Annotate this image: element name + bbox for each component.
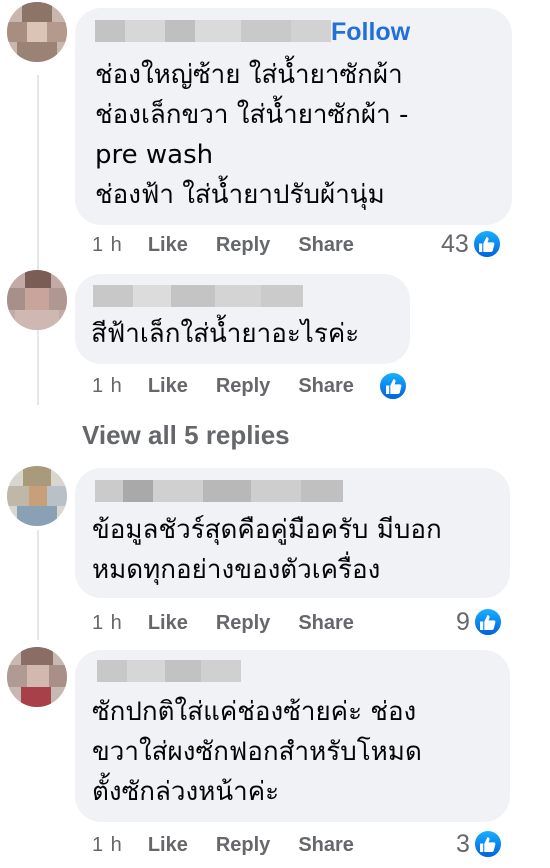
comment-text: สีฟ้าเล็กใส่น้ำยาอะไรค่ะ <box>91 319 360 349</box>
comment-bubble: สีฟ้าเล็กใส่น้ำยาอะไรค่ะ <box>75 274 410 364</box>
timestamp[interactable]: 1 h <box>92 375 123 398</box>
reaction-count: 43 <box>441 229 469 258</box>
comment-actions: 1 h Like Reply Share <box>92 612 354 635</box>
share-button[interactable]: Share <box>298 612 354 635</box>
comment-text: ซักปกติใส่แค่ช่องซ้ายค่ะ ช่อง ขวาใส่ผงซั… <box>92 697 422 807</box>
reply-button[interactable]: Reply <box>216 234 270 257</box>
timestamp[interactable]: 1 h <box>92 834 123 857</box>
reply-button[interactable]: Reply <box>216 612 270 635</box>
author-name-blurred[interactable] <box>93 285 303 307</box>
comment-bubble: ซักปกติใส่แค่ช่องซ้ายค่ะ ช่อง ขวาใส่ผงซั… <box>75 650 510 822</box>
timestamp[interactable]: 1 h <box>92 612 123 635</box>
share-button[interactable]: Share <box>298 375 354 398</box>
author-name-blurred[interactable] <box>95 480 343 502</box>
avatar[interactable] <box>7 647 67 707</box>
like-icon <box>472 607 503 637</box>
timestamp[interactable]: 1 h <box>92 234 123 257</box>
author-name-blurred[interactable] <box>97 660 241 682</box>
like-button[interactable]: Like <box>148 234 188 257</box>
comment-text: ข้อมูลชัวร์สุดคือคู่มือครับ มีบอก หมดทุก… <box>92 515 442 585</box>
comment-actions: 1 h Like Reply Share <box>92 834 354 857</box>
comment-text: ช่องใหญ่ซ้าย ใส่น้ำยาซักผ้า ช่องเล็กขวา … <box>95 60 409 210</box>
reactions[interactable]: 43 <box>441 229 502 259</box>
avatar[interactable] <box>7 2 67 62</box>
reactions[interactable] <box>375 371 408 401</box>
thread-line <box>37 530 39 640</box>
like-button[interactable]: Like <box>148 612 188 635</box>
avatar[interactable] <box>7 270 67 330</box>
avatar[interactable] <box>7 466 67 526</box>
comment-bubble: Follow ช่องใหญ่ซ้าย ใส่น้ำยาซักผ้า ช่องเ… <box>75 8 512 225</box>
share-button[interactable]: Share <box>298 834 354 857</box>
reactions[interactable]: 3 <box>456 829 503 859</box>
thread-line <box>37 75 39 405</box>
view-all-replies-link[interactable]: View all 5 replies <box>82 420 290 451</box>
follow-button[interactable]: Follow <box>331 18 410 47</box>
like-button[interactable]: Like <box>148 375 188 398</box>
reply-button[interactable]: Reply <box>216 834 270 857</box>
reply-button[interactable]: Reply <box>216 375 270 398</box>
like-icon <box>472 829 503 859</box>
like-icon <box>378 371 408 401</box>
reaction-count: 9 <box>456 607 470 636</box>
reactions[interactable]: 9 <box>456 607 503 637</box>
like-icon <box>471 229 502 259</box>
like-button[interactable]: Like <box>148 834 188 857</box>
comment-bubble: ข้อมูลชัวร์สุดคือคู่มือครับ มีบอก หมดทุก… <box>75 468 510 598</box>
reaction-count: 3 <box>456 829 470 858</box>
comment-actions: 1 h Like Reply Share <box>92 234 354 257</box>
author-name-blurred[interactable] <box>95 20 331 42</box>
comment-actions: 1 h Like Reply Share <box>92 375 354 398</box>
share-button[interactable]: Share <box>298 234 354 257</box>
